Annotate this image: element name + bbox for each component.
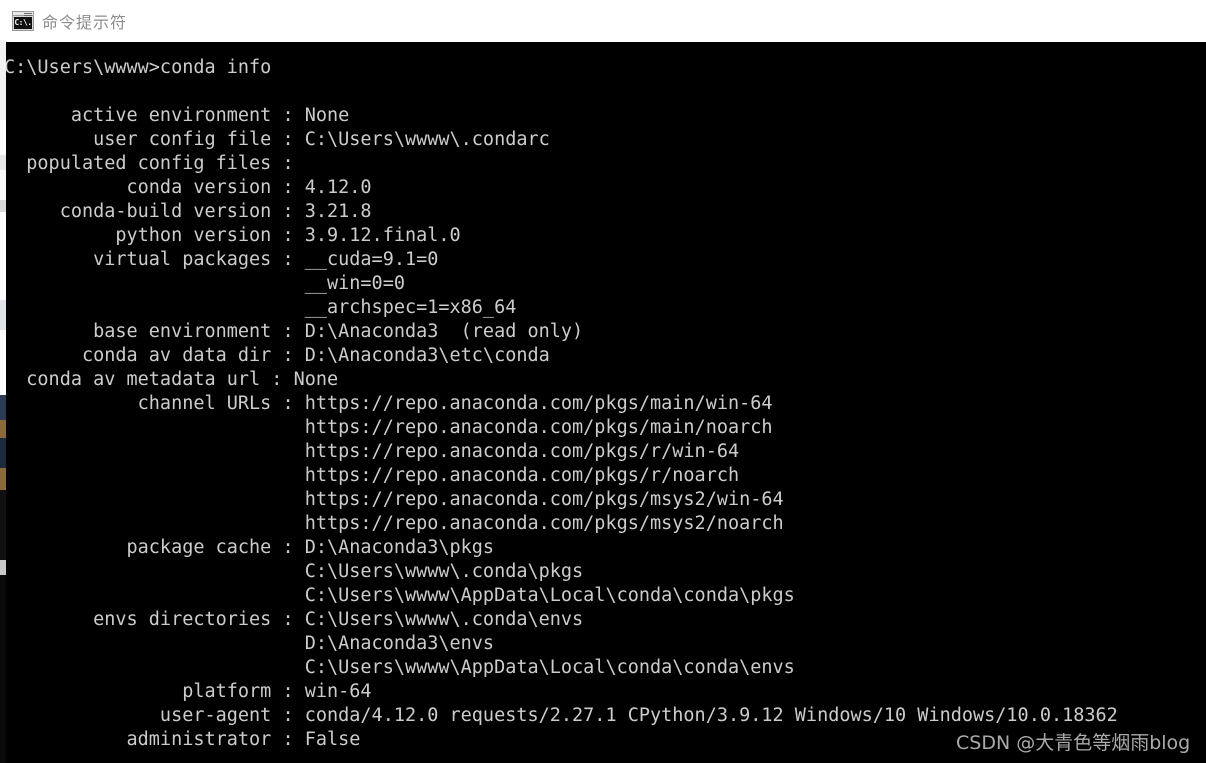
- console-text: C:\Users\wwww>conda info active environm…: [6, 57, 1118, 750]
- console-output-area[interactable]: C:\Users\wwww>conda info active environm…: [6, 42, 1206, 763]
- command-prompt-window: C:\. 命令提示符 C:\Users\wwww>conda info acti…: [6, 0, 1206, 763]
- cmd-icon: C:\.: [12, 11, 34, 31]
- window-title: 命令提示符: [42, 13, 128, 32]
- cmd-icon-screen-glyph: C:\.: [14, 17, 32, 29]
- window-title-bar[interactable]: C:\. 命令提示符: [6, 0, 1206, 42]
- cmd-icon-titlebar: [13, 12, 33, 16]
